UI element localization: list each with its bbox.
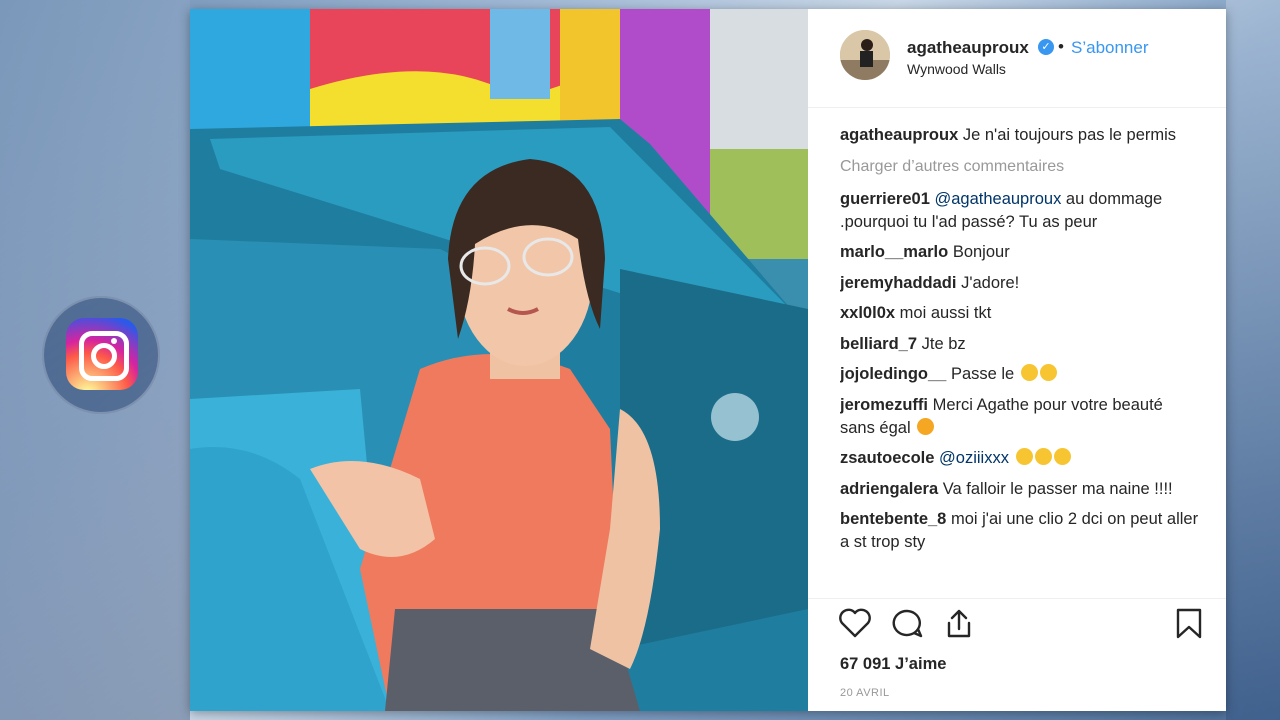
- list-item: jeremyhaddadi J'adore!: [840, 272, 1200, 295]
- comment-username[interactable]: bentebente_8: [840, 510, 946, 528]
- clapping-hands-emoji-icon: [1039, 364, 1057, 381]
- comment-text: Va falloir le passer ma naine !!!!: [942, 479, 1173, 498]
- list-item: zsautoecole @oziiixxx: [840, 447, 1200, 470]
- clapping-hands-emoji-icon: [1034, 448, 1052, 465]
- comment-username[interactable]: zsautoecole: [840, 449, 934, 467]
- post-username[interactable]: agatheauproux: [907, 38, 1029, 58]
- list-item: adriengalera Va falloir le passer ma nai…: [840, 478, 1200, 501]
- list-item: marlo__marlo Bonjour: [840, 241, 1200, 264]
- header-separator: •: [1058, 37, 1064, 56]
- clapping-hands-emoji-icon: [1020, 364, 1038, 381]
- list-item: belliard_7 Jte bz: [840, 333, 1200, 356]
- comment-text: Je n'ai toujours pas le permis: [962, 126, 1177, 144]
- clapping-hands-emoji-icon: [1053, 448, 1071, 465]
- follow-button[interactable]: S’abonner: [1071, 38, 1149, 58]
- clapping-hands-emoji-icon: [1015, 448, 1033, 465]
- share-icon[interactable]: [942, 607, 976, 644]
- heart-icon[interactable]: [838, 607, 872, 644]
- comments-list[interactable]: agatheauproux Je n'ai toujours pas le pe…: [840, 124, 1200, 597]
- bookmark-icon[interactable]: [1174, 607, 1204, 644]
- comment-username[interactable]: marlo__marlo: [840, 243, 948, 261]
- comment-username[interactable]: jeremyhaddadi: [840, 274, 956, 292]
- comment-mention[interactable]: @oziiixxx: [939, 449, 1009, 467]
- comment-text: Passe le: [950, 365, 1015, 383]
- load-more-comments-button[interactable]: Charger d’autres commentaires: [840, 155, 1200, 178]
- post-location[interactable]: Wynwood Walls: [907, 61, 1006, 77]
- list-item: jojoledingo__ Passe le: [840, 363, 1200, 386]
- comment-bubble-icon[interactable]: [890, 607, 924, 644]
- verified-badge-icon: ✓: [1038, 39, 1054, 55]
- comment-username[interactable]: jojoledingo__: [840, 365, 946, 383]
- comment-username[interactable]: belliard_7: [840, 335, 917, 353]
- post-date: 20 AVRIL: [840, 687, 890, 699]
- background-decoration: [1226, 0, 1280, 720]
- likes-count[interactable]: 67 091 J’aime: [840, 655, 946, 674]
- comment-username[interactable]: adriengalera: [840, 480, 938, 498]
- instagram-post: agatheauproux ✓ • S’abonner Wynwood Wall…: [190, 9, 1226, 711]
- list-item: bentebente_8 moi j'ai une clio 2 dci on …: [840, 508, 1200, 554]
- instagram-logo-icon: [66, 318, 138, 390]
- comment-text: Jte bz: [921, 334, 966, 353]
- comment-username[interactable]: jeromezuffi: [840, 396, 928, 414]
- avatar[interactable]: [840, 30, 890, 80]
- post-side-panel: agatheauproux ✓ • S’abonner Wynwood Wall…: [808, 9, 1226, 711]
- comment-mention[interactable]: @agatheauproux: [934, 190, 1061, 208]
- list-item: guerriere01 @agatheauproux au dommage .p…: [840, 188, 1200, 234]
- comment-text: moi aussi tkt: [899, 304, 992, 322]
- list-item: jeromezuffi Merci Agathe pour votre beau…: [840, 394, 1200, 440]
- comment-username[interactable]: guerriere01: [840, 190, 930, 208]
- comment-text: J'adore!: [961, 273, 1020, 292]
- list-item: xxl0l0x moi aussi tkt: [840, 302, 1200, 325]
- kiss-emoji-icon: [917, 417, 935, 435]
- comment-text: Bonjour: [952, 243, 1010, 261]
- post-photo: [190, 9, 808, 711]
- caption: agatheauproux Je n'ai toujours pas le pe…: [840, 124, 1200, 147]
- comment-username[interactable]: agatheauproux: [840, 126, 958, 144]
- comment-username[interactable]: xxl0l0x: [840, 304, 895, 322]
